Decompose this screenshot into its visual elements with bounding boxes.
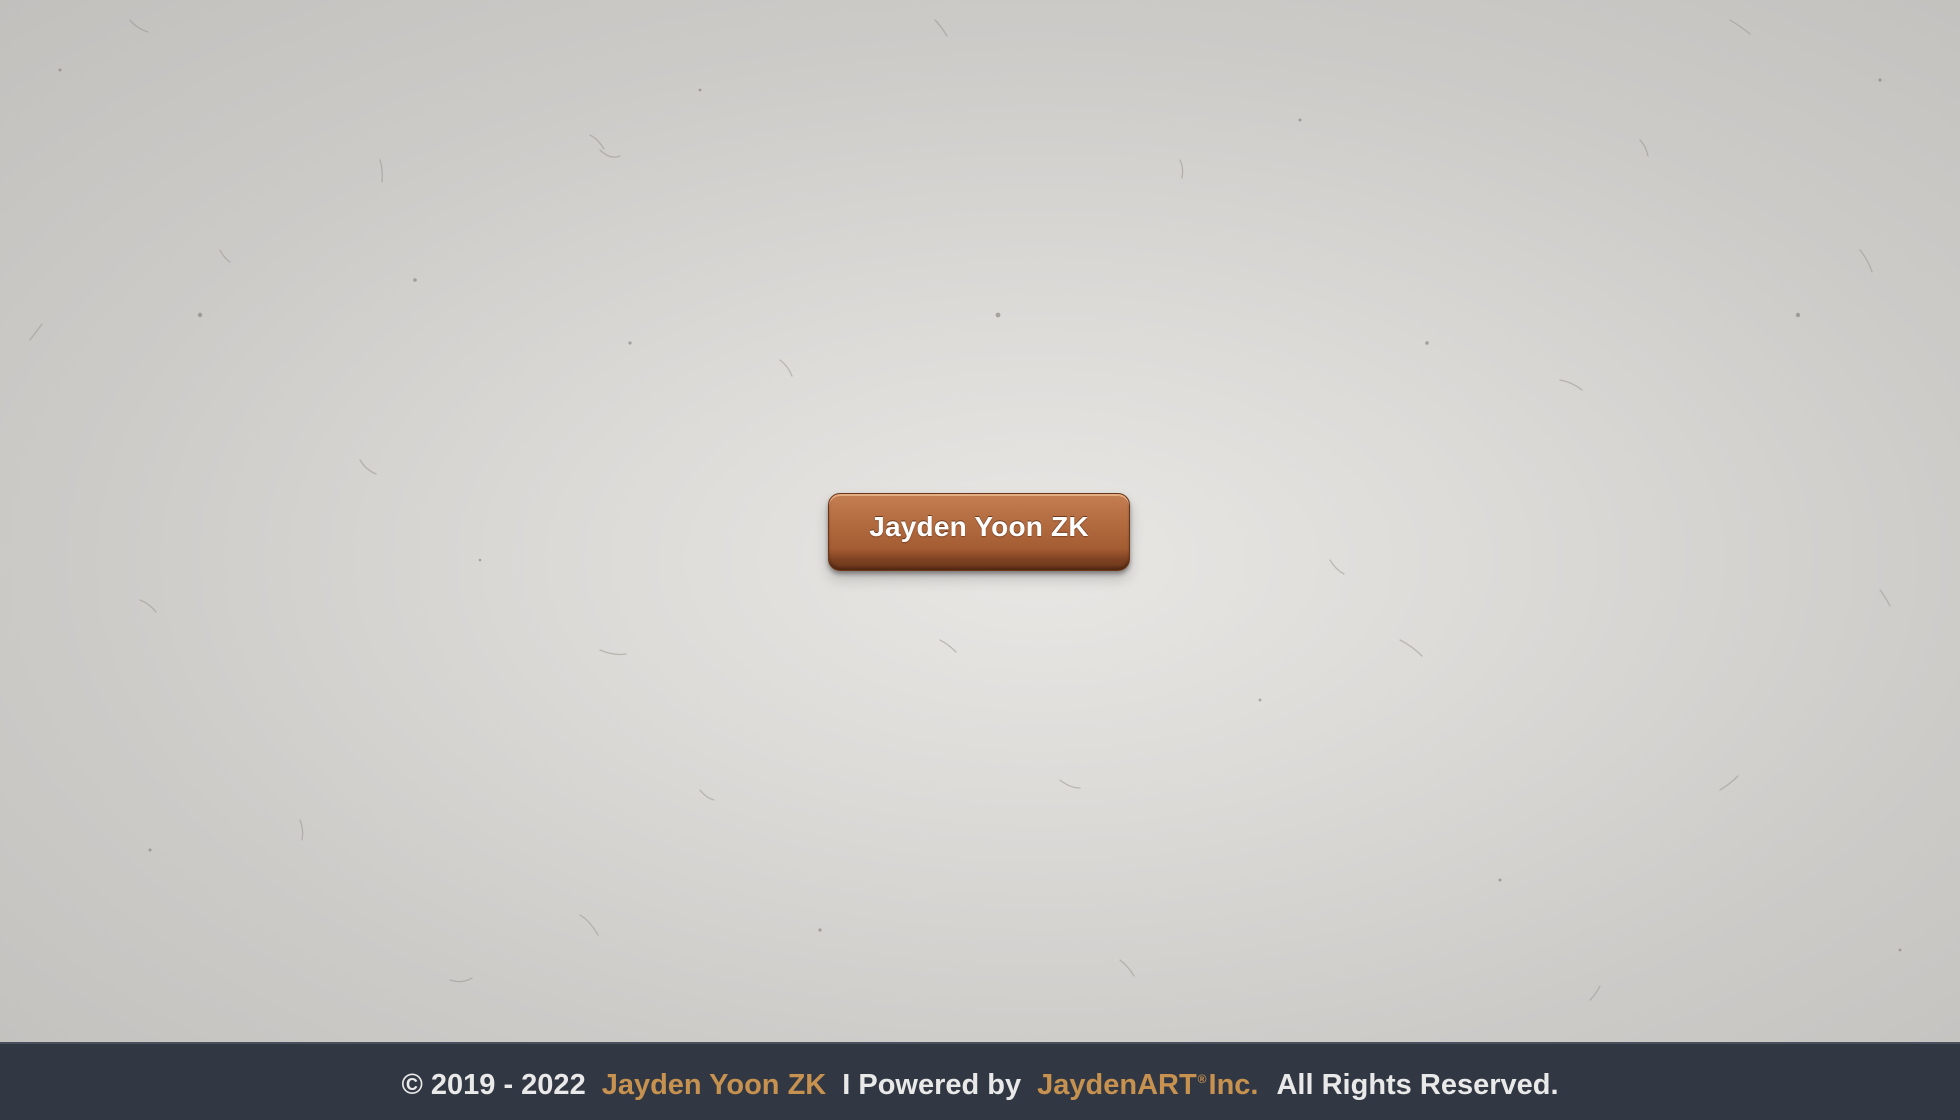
company-suffix: Inc. [1208, 1068, 1259, 1101]
registered-mark: ® [1197, 1071, 1207, 1086]
powered-by-text: I Powered by [842, 1068, 1022, 1101]
company-link[interactable]: JaydenART®Inc. [1037, 1069, 1276, 1102]
rights-text: All Rights Reserved. [1276, 1068, 1559, 1101]
center-area: Jayden Yoon ZK [828, 493, 1132, 575]
company-name: JaydenART [1037, 1068, 1197, 1101]
copyright-text: © 2019 - 2022 [401, 1068, 586, 1101]
jayden-yoon-zk-button[interactable]: Jayden Yoon ZK [828, 493, 1130, 571]
author-link[interactable]: Jayden Yoon ZK [602, 1069, 827, 1102]
button-label: Jayden Yoon ZK [869, 511, 1089, 542]
footer: © 2019 - 2022 Jayden Yoon ZK I Powered b… [0, 1042, 1960, 1120]
